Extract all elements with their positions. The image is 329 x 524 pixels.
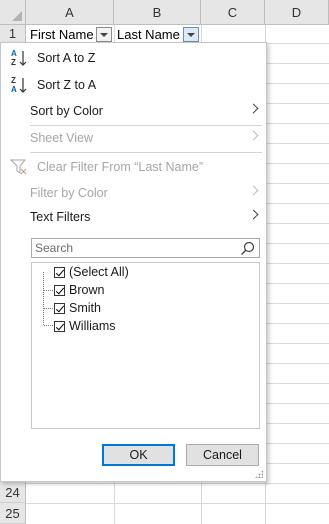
clear-filter-label: Clear Filter From “Last Name”: [37, 160, 203, 174]
tree-line: [43, 272, 44, 325]
sort-a-to-z-item[interactable]: A Z Sort A to Z: [1, 45, 266, 71]
cell-a1[interactable]: First Name: [30, 26, 94, 43]
column-header-d[interactable]: D: [265, 0, 329, 25]
column-header-c[interactable]: C: [201, 0, 265, 25]
list-item[interactable]: Williams: [54, 318, 116, 334]
sort-a-to-z-label: Sort A to Z: [37, 51, 96, 65]
clear-filter-item: Clear Filter From “Last Name”: [1, 154, 266, 180]
menu-separator: [30, 152, 262, 153]
sheet-view-item: Sheet View: [1, 125, 266, 151]
chevron-down-icon: [187, 32, 195, 37]
list-item-label: Brown: [69, 283, 105, 297]
column-header-a[interactable]: A: [26, 0, 114, 25]
autofilter-menu: A Z Sort A to Z Z A Sort Z to A Sort by …: [0, 42, 267, 482]
list-item[interactable]: Smith: [54, 300, 101, 316]
sort-z-to-a-item[interactable]: Z A Sort Z to A: [1, 72, 266, 98]
filter-dropdown-button-b[interactable]: [183, 27, 199, 42]
ok-button[interactable]: OK: [102, 444, 175, 466]
row-header-24[interactable]: 24: [0, 483, 26, 503]
sort-ascending-icon: A Z: [11, 49, 27, 67]
text-filters-item[interactable]: Text Filters: [1, 204, 266, 230]
cell-b1[interactable]: Last Name: [117, 26, 180, 43]
tree-line: [44, 290, 53, 291]
checkbox-checked[interactable]: [54, 320, 65, 332]
filter-by-color-label: Filter by Color: [30, 186, 108, 200]
select-all-corner[interactable]: [0, 0, 26, 25]
sort-descending-icon: Z A: [11, 76, 27, 94]
resize-grip-icon[interactable]: [255, 470, 263, 478]
filter-by-color-item: Filter by Color: [1, 180, 266, 206]
chevron-right-icon: [248, 185, 259, 196]
search-box[interactable]: Search: [31, 238, 260, 258]
filter-dropdown-button-a[interactable]: [96, 27, 112, 42]
column-header-b[interactable]: B: [114, 0, 201, 25]
list-item-label: (Select All): [69, 265, 129, 279]
svg-text:Z: Z: [11, 76, 16, 85]
clear-filter-icon: [10, 159, 27, 175]
row-header-1[interactable]: 1: [0, 25, 26, 43]
sort-by-color-label: Sort by Color: [30, 104, 103, 118]
sort-by-color-item[interactable]: Sort by Color: [1, 98, 266, 124]
chevron-right-icon: [248, 209, 259, 220]
gridline: [26, 483, 329, 484]
checkbox-checked[interactable]: [54, 266, 65, 278]
search-placeholder: Search: [35, 241, 74, 255]
checkbox-checked[interactable]: [54, 284, 65, 296]
chevron-right-icon: [248, 103, 259, 114]
filter-values-list[interactable]: (Select All) Brown Smith Williams: [31, 262, 260, 429]
svg-text:A: A: [11, 49, 17, 58]
row-header-25[interactable]: 25: [0, 503, 26, 524]
text-filters-label: Text Filters: [30, 210, 91, 224]
chevron-down-icon: [100, 32, 108, 37]
list-item[interactable]: Brown: [54, 282, 104, 298]
svg-text:A: A: [11, 85, 17, 94]
search-icon: [241, 241, 255, 255]
checkbox-checked[interactable]: [54, 302, 65, 314]
list-item-label: Smith: [69, 301, 101, 315]
chevron-right-icon: [248, 130, 259, 141]
list-item-select-all[interactable]: (Select All): [54, 264, 129, 280]
cancel-button[interactable]: Cancel: [186, 444, 259, 466]
list-item-label: Williams: [69, 319, 116, 333]
sort-z-to-a-label: Sort Z to A: [37, 78, 97, 92]
tree-line: [44, 325, 53, 326]
sheet-view-label: Sheet View: [30, 131, 94, 145]
svg-text:Z: Z: [11, 58, 16, 67]
gridline: [26, 503, 329, 504]
tree-line: [44, 308, 53, 309]
